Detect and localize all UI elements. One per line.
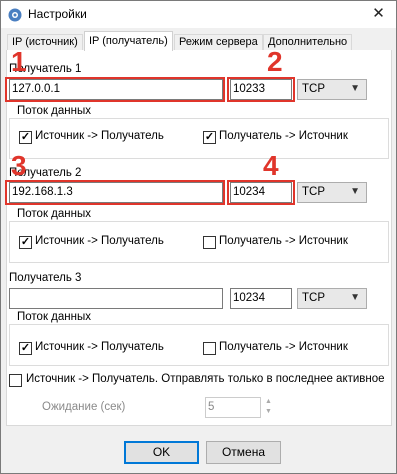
- highlight-box-3: [5, 180, 225, 205]
- spin-down-icon[interactable]: ▼: [261, 407, 276, 417]
- receiver-2-protocol-value: TCP: [302, 186, 325, 198]
- wait-spin-buttons[interactable]: ▲ ▼: [261, 397, 276, 418]
- highlight-box-1: [5, 77, 225, 102]
- receiver-2-flow-label: Поток данных: [15, 208, 93, 220]
- annotation-2: 2: [267, 46, 283, 77]
- annotation-1: 1: [11, 46, 27, 77]
- receiver-1-dst-src-checkbox[interactable]: ✓: [203, 131, 216, 144]
- window-title: Настройки: [28, 7, 87, 21]
- receiver-3-protocol-select[interactable]: TCP ▼: [297, 288, 367, 309]
- receiver-3-protocol-value: TCP: [302, 292, 325, 304]
- receiver-3-src-dst-label: Источник -> Получатель: [35, 341, 164, 353]
- receiver-3-dst-src-checkbox[interactable]: [203, 342, 216, 355]
- wait-label: Ожидание (сек): [42, 401, 126, 413]
- last-active-label: Источник -> Получатель. Отправлять тольк…: [26, 373, 388, 385]
- title-bar: Настройки ✕: [1, 1, 396, 28]
- receiver-3-address-input[interactable]: [9, 288, 223, 309]
- receiver-3-src-dst-checkbox[interactable]: ✓: [19, 342, 32, 355]
- chevron-down-icon: ▼: [350, 186, 360, 197]
- tab-server-mode[interactable]: Режим сервера: [174, 34, 263, 50]
- receiver-1-protocol-select[interactable]: TCP ▼: [297, 79, 367, 100]
- ok-button[interactable]: OK: [124, 441, 199, 464]
- receiver-3-label: Получатель 3: [9, 272, 82, 284]
- close-button[interactable]: ✕: [361, 1, 396, 28]
- spin-up-icon[interactable]: ▲: [261, 397, 276, 407]
- tab-ip-receiver[interactable]: IP (получатель): [84, 31, 173, 51]
- wait-spin-input[interactable]: 5: [205, 397, 261, 418]
- app-gear-icon: [8, 8, 22, 22]
- settings-dialog: Настройки ✕ IP (источник) IP (получатель…: [0, 0, 397, 474]
- receiver-3-port-input[interactable]: 10234: [230, 288, 292, 309]
- receiver-1-src-dst-label: Источник -> Получатель: [35, 130, 164, 142]
- annotation-3: 3: [11, 150, 27, 181]
- receiver-2-src-dst-label: Источник -> Получатель: [35, 235, 164, 247]
- receiver-1-dst-src-label: Получатель -> Источник: [219, 130, 348, 142]
- highlight-box-4: [227, 180, 295, 205]
- receiver-2-protocol-select[interactable]: TCP ▼: [297, 182, 367, 203]
- receiver-3-flow-label: Поток данных: [15, 311, 93, 323]
- cancel-button[interactable]: Отмена: [206, 441, 281, 464]
- receiver-2-dst-src-label: Получатель -> Источник: [219, 235, 348, 247]
- receiver-1-src-dst-checkbox[interactable]: ✓: [19, 131, 32, 144]
- receiver-1-flow-label: Поток данных: [15, 105, 93, 117]
- receiver-1-protocol-value: TCP: [302, 83, 325, 95]
- chevron-down-icon: ▼: [350, 83, 360, 94]
- last-active-checkbox[interactable]: [9, 374, 22, 387]
- receiver-2-dst-src-checkbox[interactable]: [203, 236, 216, 249]
- receiver-2-src-dst-checkbox[interactable]: ✓: [19, 236, 32, 249]
- annotation-4: 4: [263, 150, 279, 181]
- highlight-box-2: [227, 77, 295, 102]
- receiver-3-dst-src-label: Получатель -> Источник: [219, 341, 348, 353]
- chevron-down-icon: ▼: [350, 292, 360, 303]
